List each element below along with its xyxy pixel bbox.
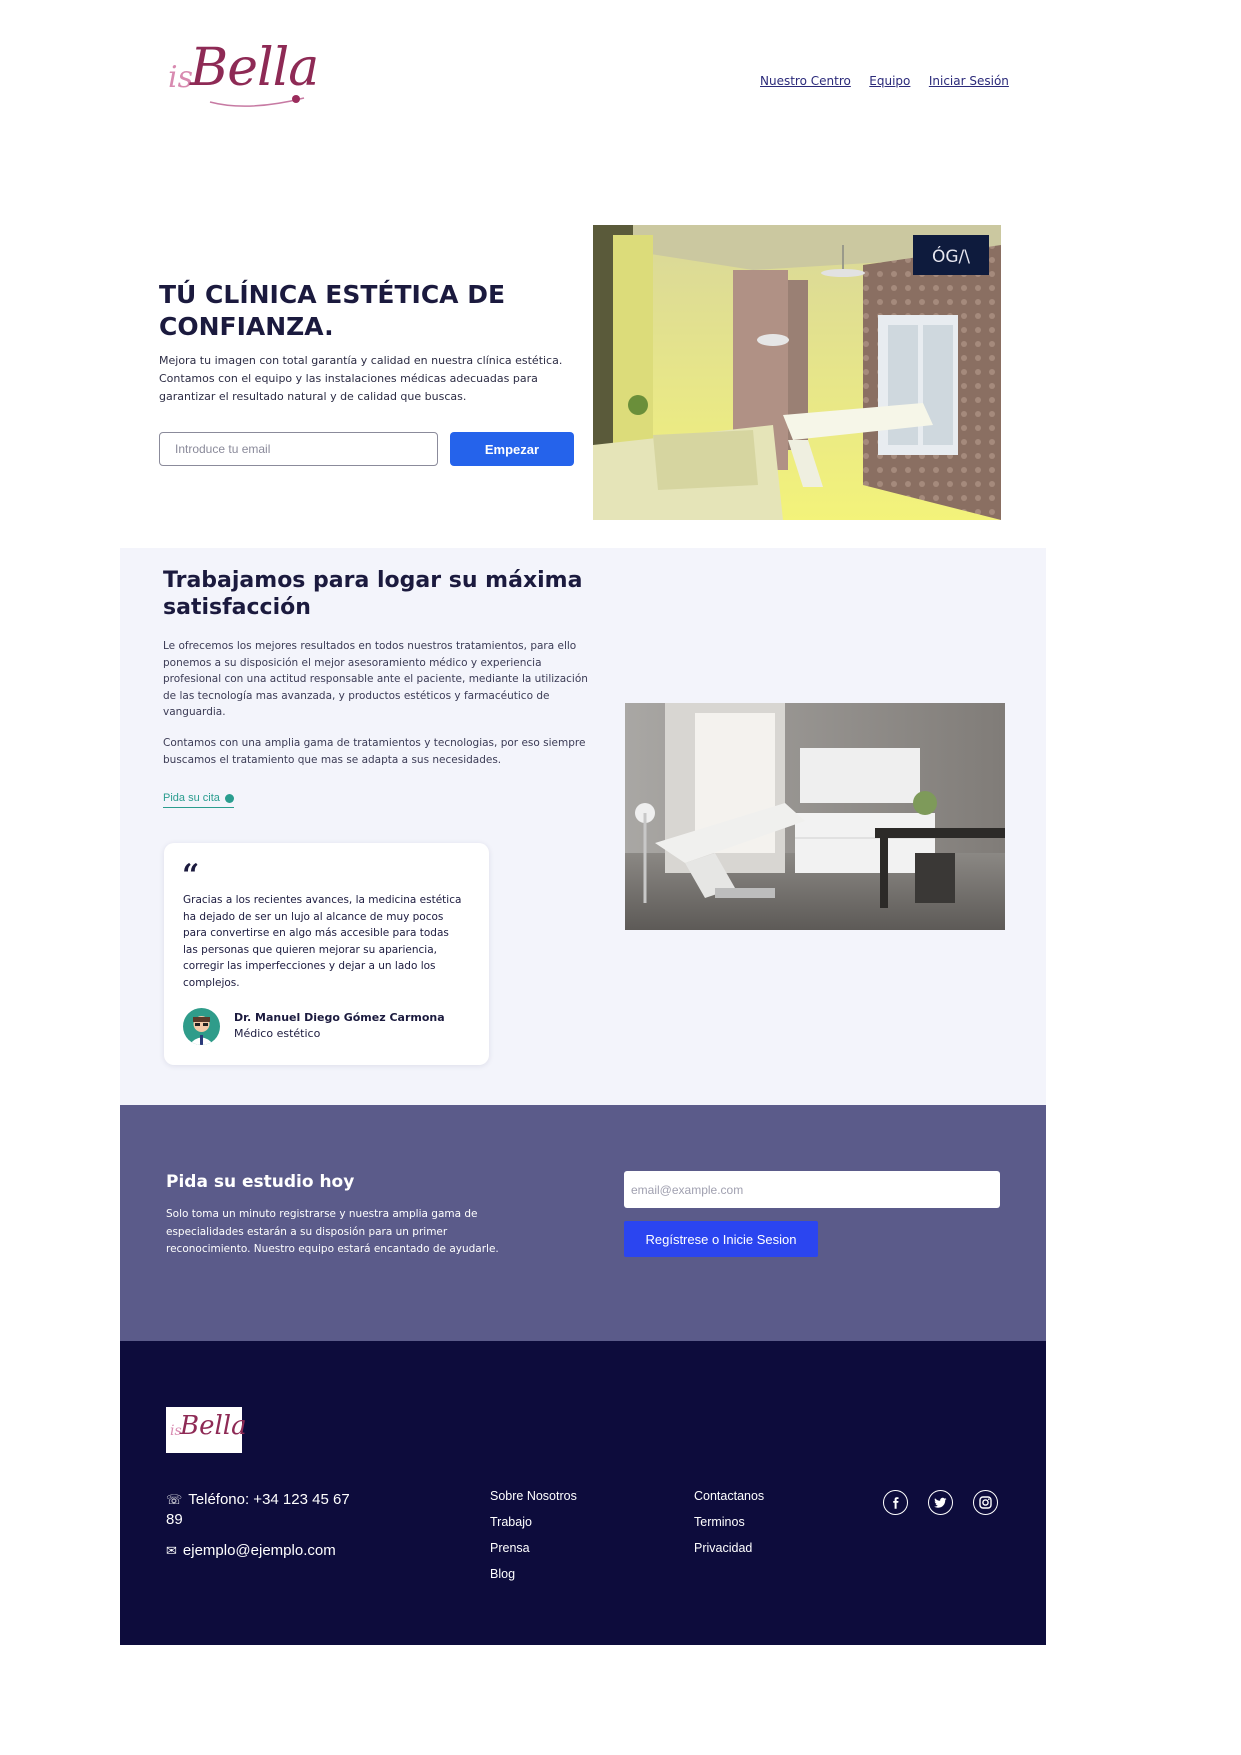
arrow-circle-icon — [224, 793, 234, 803]
about-paragraph-1: Le ofrecemos los mejores resultados en t… — [163, 640, 588, 718]
footer-link-privacidad[interactable]: Privacidad — [694, 1535, 764, 1561]
doctor-avatar-icon — [189, 1016, 214, 1045]
footer-link-contactanos[interactable]: Contactanos — [694, 1483, 764, 1509]
mail-icon: ✉ — [166, 1543, 177, 1558]
signup-title: Pida su estudio hoy — [166, 1172, 355, 1192]
footer-phone-line2: 89 — [166, 1511, 183, 1528]
hero-email-input[interactable]: Introduce tu email — [159, 432, 438, 466]
nav-nuestro-centro[interactable]: Nuestro Centro — [760, 74, 851, 88]
footer-phone-line1: Teléfono: +34 123 45 67 — [188, 1491, 350, 1508]
facebook-icon[interactable] — [883, 1490, 908, 1515]
about-title-line1: Trabajamos para logar su máxima — [163, 568, 583, 593]
phone-icon: ☏ — [166, 1492, 183, 1507]
footer-links-col2: Contactanos Terminos Privacidad — [694, 1483, 764, 1561]
logo-name: Bella — [190, 38, 319, 98]
site-logo[interactable]: is Bella — [168, 38, 319, 108]
instagram-icon[interactable] — [973, 1490, 998, 1515]
testimonial-card: “ Gracias a los recientes avances, la me… — [164, 843, 489, 1065]
book-appointment-link[interactable]: Pida su cita — [163, 792, 234, 808]
hero-title: TÚ CLÍNICA ESTÉTICA DE CONFIANZA. — [159, 279, 589, 343]
nav-iniciar-sesion[interactable]: Iniciar Sesión — [929, 74, 1009, 88]
about-paragraph-2: Contamos con una amplia gama de tratamie… — [163, 737, 586, 766]
about-title-line2: satisfacción — [163, 595, 311, 620]
footer-links-col1: Sobre Nosotros Trabajo Prensa Blog — [490, 1483, 577, 1587]
signup-email-input[interactable]: email@example.com — [624, 1171, 1000, 1208]
quote-icon: “ — [182, 858, 200, 893]
footer-link-prensa[interactable]: Prensa — [490, 1535, 577, 1561]
hero-image-badge: ÓG/\ — [932, 245, 970, 267]
main-nav: Nuestro Centro Equipo Iniciar Sesión — [746, 72, 1009, 90]
nav-equipo[interactable]: Equipo — [869, 74, 910, 88]
footer-link-blog[interactable]: Blog — [490, 1561, 577, 1587]
book-appointment-label: Pida su cita — [163, 792, 220, 804]
footer-link-trabajo[interactable]: Trabajo — [490, 1509, 577, 1535]
footer-link-terminos[interactable]: Terminos — [694, 1509, 764, 1535]
footer-phone: ☏ Teléfono: +34 123 45 67 89 — [166, 1490, 396, 1530]
testimonial-author: Dr. Manuel Diego Gómez Carmona — [234, 1011, 445, 1024]
hero-description: Mejora tu imagen con total garantía y ca… — [159, 354, 563, 403]
signup-description: Solo toma un minuto registrarse y nuestr… — [166, 1208, 499, 1255]
footer-email[interactable]: ✉ ejemplo@ejemplo.com — [166, 1541, 336, 1561]
footer-logo-name: Bella — [180, 1411, 247, 1441]
treatment-room-image — [625, 703, 1005, 930]
footer-email-label: ejemplo@ejemplo.com — [182, 1542, 336, 1559]
start-button[interactable]: Empezar — [450, 432, 574, 466]
hero-title-line2: CONFIANZA. — [159, 312, 334, 341]
footer-logo[interactable]: is Bella — [166, 1407, 247, 1453]
about-title: Trabajamos para logar su máxima satisfac… — [163, 567, 623, 621]
testimonial-text: Gracias a los recientes avances, la medi… — [183, 894, 462, 989]
hero-clinic-image: ÓG/\ — [593, 225, 1001, 520]
register-login-button[interactable]: Regístrese o Inicie Sesion — [624, 1221, 818, 1257]
doctor-avatar — [183, 1008, 220, 1045]
twitter-icon[interactable] — [928, 1490, 953, 1515]
testimonial-role: Médico estético — [234, 1027, 321, 1040]
hero-title-line1: TÚ CLÍNICA ESTÉTICA DE — [159, 280, 506, 309]
logo-swash-icon — [209, 95, 305, 107]
footer-link-sobre-nosotros[interactable]: Sobre Nosotros — [490, 1483, 577, 1509]
